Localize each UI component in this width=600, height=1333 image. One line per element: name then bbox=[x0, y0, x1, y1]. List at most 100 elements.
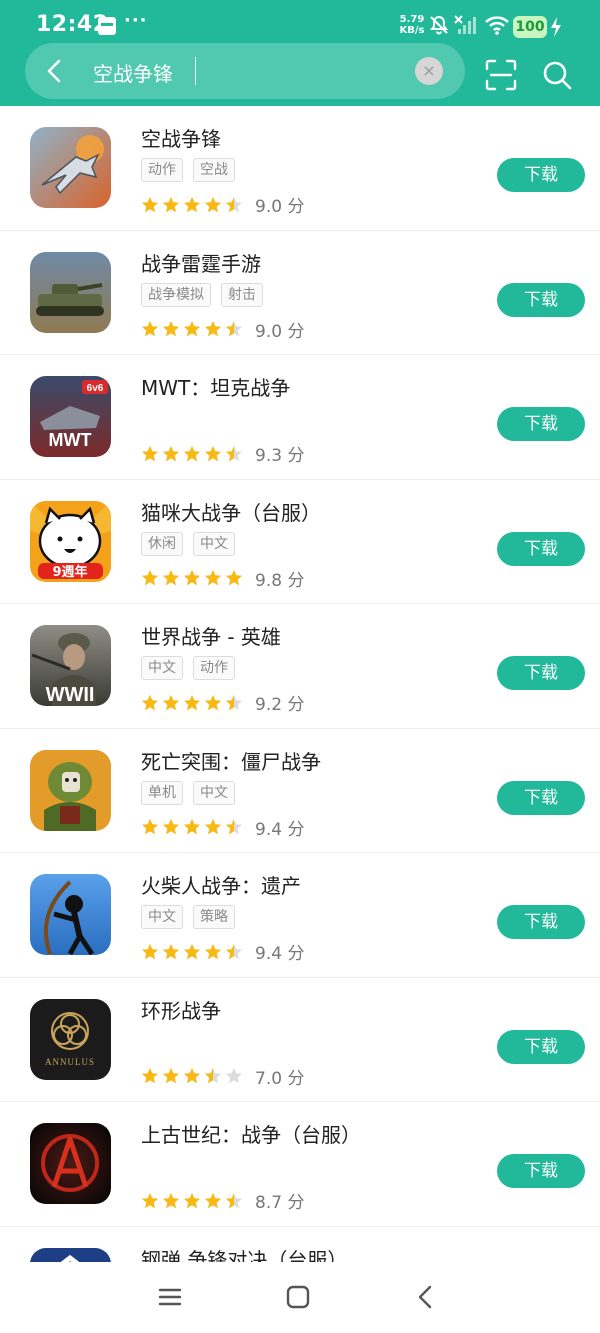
star-icon bbox=[142, 694, 158, 710]
app-name[interactable]: 上古世纪：战争（台服） bbox=[141, 1119, 361, 1148]
score-text: 8.7 分 bbox=[255, 1193, 305, 1213]
stickman-icon[interactable] bbox=[30, 874, 111, 955]
app-name[interactable]: 猫咪大战争（台服） bbox=[141, 497, 321, 526]
download-button[interactable]: 下载 bbox=[497, 531, 585, 566]
more-notifications-icon: ··· bbox=[124, 10, 148, 31]
search-bar[interactable]: 空战争锋 × bbox=[25, 43, 465, 99]
star-icon bbox=[163, 819, 179, 835]
network-speed-unit: KB/s bbox=[399, 25, 425, 36]
system-nav-bar bbox=[0, 1262, 600, 1333]
list-item[interactable]: WWII 世界战争 - 英雄 中文 动作 9.2 分 下载 bbox=[0, 604, 600, 729]
battle-cat-icon[interactable]: 9週年 bbox=[30, 500, 111, 582]
app-name[interactable]: 战争雷霆手游 bbox=[141, 248, 261, 277]
list-item[interactable]: 战争雷霆手游 战争模拟 射击 9.0 分 下载 bbox=[0, 231, 600, 355]
soldier-icon[interactable]: WWII bbox=[30, 625, 111, 706]
cat-anniversary-text: 9週年 bbox=[52, 564, 87, 580]
annulus-icon[interactable]: ANNULUS bbox=[30, 998, 111, 1080]
mwt-badge-text: 6v6 bbox=[87, 383, 104, 394]
clear-search-button[interactable]: × bbox=[415, 57, 443, 85]
search-input[interactable]: 空战争锋 bbox=[93, 58, 173, 87]
app-header: 12:42 ··· 5.79 KB/s 100 空战争锋 × bbox=[0, 0, 600, 106]
list-item[interactable]: 空战争锋 动作 空战 9.0 分 下载 bbox=[0, 106, 600, 231]
list-item[interactable]: 上古世纪：战争（台服） 8.7 分 下载 bbox=[0, 1102, 600, 1227]
app-name[interactable]: 空战争锋 bbox=[141, 123, 221, 152]
star-rating bbox=[141, 196, 243, 214]
star-icon bbox=[226, 570, 242, 586]
rating: 9.2 分 bbox=[141, 690, 304, 715]
rating: 9.3 分 bbox=[141, 441, 304, 466]
star-icon bbox=[184, 1192, 200, 1208]
star-icon bbox=[226, 694, 242, 710]
tag-list: 中文 策略 bbox=[141, 905, 235, 929]
star-rating bbox=[141, 445, 243, 463]
rating: 9.4 分 bbox=[141, 815, 304, 840]
star-icon bbox=[205, 445, 221, 461]
scan-icon[interactable] bbox=[484, 58, 518, 92]
back-arrow-icon[interactable] bbox=[39, 55, 71, 87]
star-icon bbox=[142, 196, 158, 212]
download-button[interactable]: 下载 bbox=[497, 656, 585, 690]
list-item[interactable]: 6v6 MWT MWT：坦克战争 9.3 分 下载 bbox=[0, 355, 600, 480]
app-name[interactable]: 火柴人战争：遗产 bbox=[141, 870, 301, 899]
score-text: 9.3 分 bbox=[255, 446, 305, 466]
tag-list: 战争模拟 射击 bbox=[141, 282, 263, 307]
tag: 策略 bbox=[193, 905, 235, 929]
mwt-tank-icon[interactable]: 6v6 MWT bbox=[30, 376, 111, 457]
star-icon bbox=[163, 943, 179, 959]
mute-notification-icon bbox=[429, 15, 449, 35]
tag: 空战 bbox=[193, 158, 235, 182]
app-name[interactable]: MWT：坦克战争 bbox=[141, 372, 290, 401]
star-rating bbox=[141, 1067, 243, 1085]
tag: 中文 bbox=[141, 656, 183, 680]
download-button[interactable]: 下载 bbox=[497, 1029, 585, 1064]
jet-fighter-icon[interactable] bbox=[30, 127, 111, 208]
list-item[interactable]: 死亡突围：僵尸战争 单机 中文 9.4 分 下载 bbox=[0, 729, 600, 853]
star-icon bbox=[226, 196, 242, 212]
status-bar: 12:42 ··· 5.79 KB/s 100 bbox=[0, 0, 600, 44]
network-speed-value: 5.79 bbox=[399, 14, 425, 25]
tag-list: 动作 空战 bbox=[141, 158, 235, 182]
star-icon bbox=[226, 1068, 242, 1084]
tank-icon[interactable] bbox=[30, 251, 111, 333]
download-button[interactable]: 下载 bbox=[497, 407, 585, 441]
tag: 中文 bbox=[141, 905, 183, 929]
star-icon bbox=[184, 321, 200, 337]
menu-icon[interactable] bbox=[155, 1282, 185, 1312]
download-button[interactable]: 下载 bbox=[497, 905, 585, 939]
rating: 9.0 分 bbox=[141, 192, 304, 217]
star-icon bbox=[205, 1068, 221, 1084]
star-icon bbox=[226, 1192, 242, 1208]
app-name[interactable]: 世界战争 - 英雄 bbox=[141, 621, 281, 650]
app-name[interactable]: 环形战争 bbox=[141, 995, 221, 1024]
download-button[interactable]: 下载 bbox=[497, 282, 585, 317]
star-icon bbox=[205, 1192, 221, 1208]
zombie-icon[interactable] bbox=[30, 749, 111, 831]
search-icon[interactable] bbox=[540, 58, 574, 92]
download-button[interactable]: 下载 bbox=[497, 780, 585, 815]
back-icon[interactable] bbox=[411, 1282, 441, 1312]
star-icon bbox=[184, 196, 200, 212]
star-icon bbox=[142, 570, 158, 586]
archeage-icon[interactable] bbox=[30, 1123, 111, 1204]
download-button[interactable]: 下载 bbox=[497, 1154, 585, 1188]
list-item[interactable]: ANNULUS 环形战争 7.0 分 下载 bbox=[0, 978, 600, 1102]
star-icon bbox=[205, 694, 221, 710]
score-text: 9.4 分 bbox=[255, 819, 305, 840]
score-text: 7.0 分 bbox=[255, 1068, 305, 1089]
list-item[interactable]: 火柴人战争：遗产 中文 策略 9.4 分 下载 bbox=[0, 853, 600, 978]
list-item[interactable]: 9週年 猫咪大战争（台服） 休闲 中文 9.8 分 下载 bbox=[0, 480, 600, 604]
tag: 单机 bbox=[141, 780, 183, 805]
download-button[interactable]: 下载 bbox=[497, 158, 585, 192]
score-text: 9.0 分 bbox=[255, 321, 305, 342]
star-icon bbox=[184, 445, 200, 461]
star-icon bbox=[163, 1192, 179, 1208]
rating: 9.4 分 bbox=[141, 939, 304, 964]
tag: 战争模拟 bbox=[141, 282, 211, 307]
home-icon[interactable] bbox=[283, 1282, 313, 1312]
star-rating bbox=[141, 569, 243, 587]
app-name[interactable]: 死亡突围：僵尸战争 bbox=[141, 746, 321, 775]
star-icon bbox=[205, 570, 221, 586]
tag: 射击 bbox=[221, 282, 263, 307]
tag-list: 单机 中文 bbox=[141, 780, 235, 805]
sim-card-icon bbox=[98, 17, 116, 35]
